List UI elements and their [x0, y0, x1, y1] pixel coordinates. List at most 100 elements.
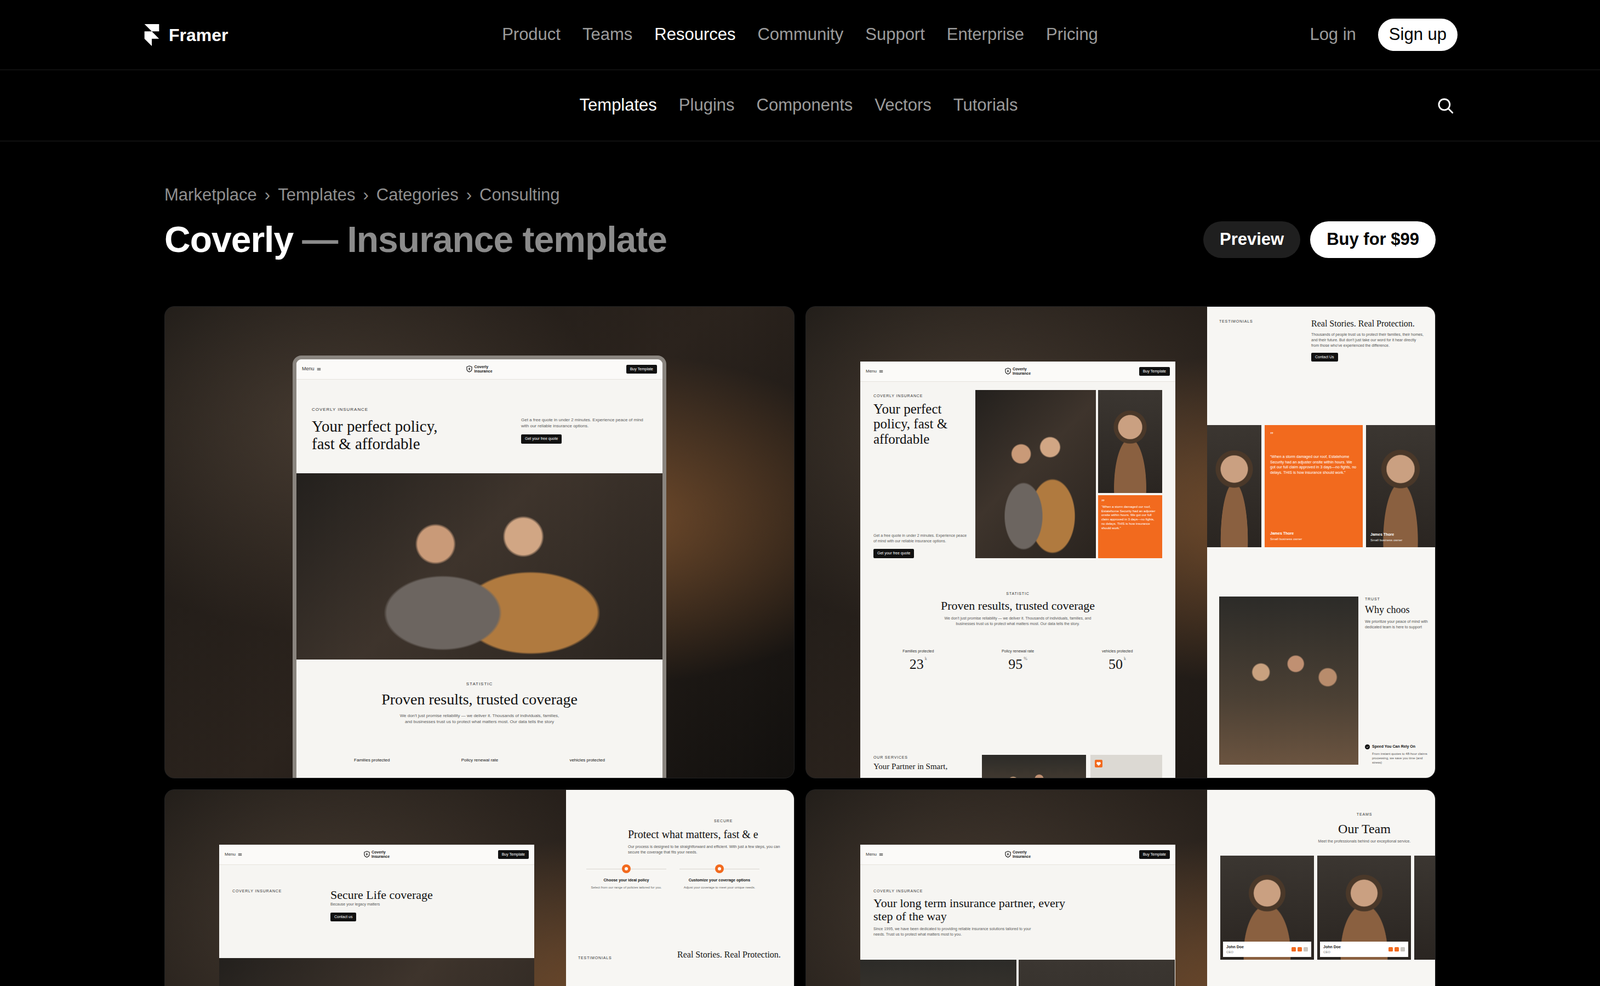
social-links	[1388, 947, 1405, 952]
hero-intro: Get a free quote in under 2 minutes. Exp…	[873, 533, 970, 545]
menu-button[interactable]: Menu	[865, 368, 1005, 375]
member-info: John DoeCEO	[1320, 941, 1409, 958]
quote-button[interactable]: Get your free quote	[521, 434, 562, 444]
stat-label: Policy renewal rate	[968, 648, 1068, 654]
subnav-item[interactable]: Vectors	[874, 94, 931, 117]
trust-eyebrow: TRUST	[1364, 596, 1433, 603]
hero-photo	[296, 473, 663, 660]
testimonials-eyebrow: TESTIMONIALS	[1219, 318, 1312, 325]
eyebrow: COVERLY INSURANCE	[232, 888, 331, 894]
nav-item[interactable]: Resources	[654, 23, 736, 46]
trust-text: TRUSTWhy choosWe prioritize your peace o…	[1364, 596, 1436, 765]
subnav-item[interactable]: Templates	[579, 94, 657, 117]
step-text: Adjust your coverage to meet your unique…	[679, 885, 760, 890]
preview-card[interactable]: Menu CoverlyInsurance Buy Template COVERLY …	[164, 789, 795, 986]
stat-label: Families protected	[868, 648, 969, 654]
buy-button[interactable]: Buy for $99	[1310, 221, 1436, 258]
hero-subtitle: Because your legacy matters	[330, 901, 433, 908]
stat: Policy renewal rate 95%	[968, 648, 1068, 673]
subnav-item[interactable]: Tutorials	[953, 94, 1019, 117]
client-role: Small business owner	[1370, 538, 1431, 544]
preview-card[interactable]: MenuCoverlyInsuranceBuy TemplateCOVERLY …	[164, 306, 795, 779]
mockup-page: MenuCoverlyInsuranceBuy TemplateCOVERLY …	[860, 844, 1176, 986]
team-section: TEAMSOur TeamMeet the professionals behi…	[1207, 790, 1436, 961]
step-dot-icon	[715, 864, 724, 874]
brand-name: CoverlyInsurance	[473, 364, 493, 374]
client-name: James Thore	[1370, 532, 1431, 539]
nav-item[interactable]: Support	[865, 23, 925, 46]
process-heading: Protect what matters, fast & e	[566, 828, 794, 842]
brand-top: Coverly	[1012, 850, 1031, 855]
x-icon	[1394, 947, 1399, 952]
account-actions: Log in Sign up	[1098, 18, 1458, 51]
check-icon	[1364, 744, 1370, 750]
team-row: John DoeCEOJohn DoeCEO	[1207, 855, 1436, 960]
mockup-page: Menu CoverlyInsurance Buy Template COVERLY …	[219, 844, 535, 986]
menu-label: Menu	[224, 852, 236, 858]
nav-item[interactable]: Product	[501, 23, 561, 46]
preview-button[interactable]: Preview	[1203, 221, 1301, 258]
step-text: Select from our range of policies tailor…	[586, 885, 667, 890]
menu-button[interactable]: Menu	[224, 852, 364, 858]
stat: vehicles protected50k	[1067, 648, 1168, 673]
stat-value: 95%	[968, 656, 1068, 673]
template-subtitle: — Insurance template	[301, 219, 667, 260]
template-page: Marketplace›Templates›Categories›Consult…	[0, 184, 1600, 986]
framer-logo[interactable]: Framer	[142, 21, 502, 49]
buy-template-button[interactable]: Buy Template	[1139, 850, 1170, 860]
nav-item[interactable]: Community	[757, 23, 844, 46]
testimonials-intro: Real Stories. Real Protection.Thousands …	[1311, 318, 1425, 426]
quote-button[interactable]: Get your free quote	[873, 549, 914, 558]
subnav-item[interactable]: Plugins	[678, 94, 735, 117]
stats-eyebrow: STATISTIC	[318, 681, 641, 688]
shield-icon	[1004, 367, 1011, 375]
menu-button[interactable]: Menu	[865, 852, 1005, 858]
mockup-nav: Menu CoverlyInsurance Buy Template	[219, 844, 535, 866]
buy-template-button[interactable]: Buy Template	[1139, 367, 1170, 376]
brand-logo[interactable]: CoverlyInsurance	[1004, 850, 1031, 859]
breadcrumb-link[interactable]: Categories	[376, 184, 459, 205]
menu-button[interactable]: Menu	[301, 366, 467, 373]
stats-heading: Proven results, trusted coverage	[868, 599, 1168, 613]
nav-item[interactable]: Enterprise	[946, 23, 1025, 46]
brand-logo[interactable]: CoverlyInsurance	[1004, 367, 1031, 376]
process-text: Our process is designed to be straightfo…	[566, 844, 787, 856]
stat-label: vehicles protected	[1067, 648, 1168, 654]
breadcrumb-link[interactable]: Marketplace	[164, 184, 257, 205]
preview-card[interactable]: MenuCoverlyInsurance Buy Template COVERLY …	[805, 306, 1436, 779]
signup-button[interactable]: Sign up	[1378, 18, 1458, 51]
title-row: Coverly— Insurance templatePreviewBuy fo…	[164, 219, 1436, 260]
hero-section: COVERLY INSURANCEYour perfect policy, fa…	[860, 381, 1176, 559]
team-heading: Our Team	[1207, 821, 1436, 837]
breadcrumb-link[interactable]: Consulting	[479, 184, 560, 205]
main-menu: Product Teams Resources Community Support Ent…	[501, 23, 1099, 46]
search-button[interactable]	[1436, 96, 1455, 116]
buy-template-button[interactable]: Buy Template	[626, 364, 657, 374]
brand-logo[interactable]: CoverlyInsurance	[363, 850, 390, 859]
contact-button[interactable]: Contact Us	[1311, 352, 1339, 362]
preview-card[interactable]: MenuCoverlyInsuranceBuy TemplateCOVERLY …	[805, 789, 1436, 986]
nav-item[interactable]: Teams	[582, 23, 633, 46]
buy-template-button[interactable]: Buy Template	[498, 850, 529, 860]
stat-label: Families protected	[353, 757, 390, 764]
contact-button[interactable]: Contact us	[330, 912, 357, 922]
brand-logo[interactable]: CoverlyInsurance	[466, 364, 493, 374]
photo-column: ”“When a storm damaged our roof, Estateh…	[1098, 390, 1163, 559]
breadcrumb-link[interactable]: Templates	[277, 184, 356, 205]
breadcrumb-separator: ›	[362, 184, 369, 205]
member-role: CEO	[1226, 950, 1244, 956]
hero-heading: Secure Life coverage	[330, 888, 433, 902]
hero-aside: Get a free quote in under 2 minutes. Exp…	[521, 407, 648, 461]
photo-row	[860, 960, 1176, 986]
services-section: OUR SERVICESYour Partner in Smart,	[860, 747, 1176, 779]
process-steps: Choose your ideal policySelect from our …	[566, 864, 794, 890]
subnav-item[interactable]: Components	[756, 94, 854, 117]
login-link[interactable]: Log in	[1309, 23, 1356, 46]
quote-mark: ”	[1101, 498, 1159, 506]
quote-text: “When a storm damaged our roof, Estateho…	[1101, 505, 1159, 531]
breadcrumb-trail: Marketplace›Templates›Categories›Consult…	[164, 184, 1436, 205]
stats-heading: Proven results, trusted coverage	[318, 691, 641, 709]
member-name: John Doe	[1323, 944, 1341, 951]
nav-item[interactable]: Pricing	[1046, 23, 1099, 46]
mockup-area: Menu CoverlyInsurance Buy Template COVERLY …	[164, 790, 567, 986]
